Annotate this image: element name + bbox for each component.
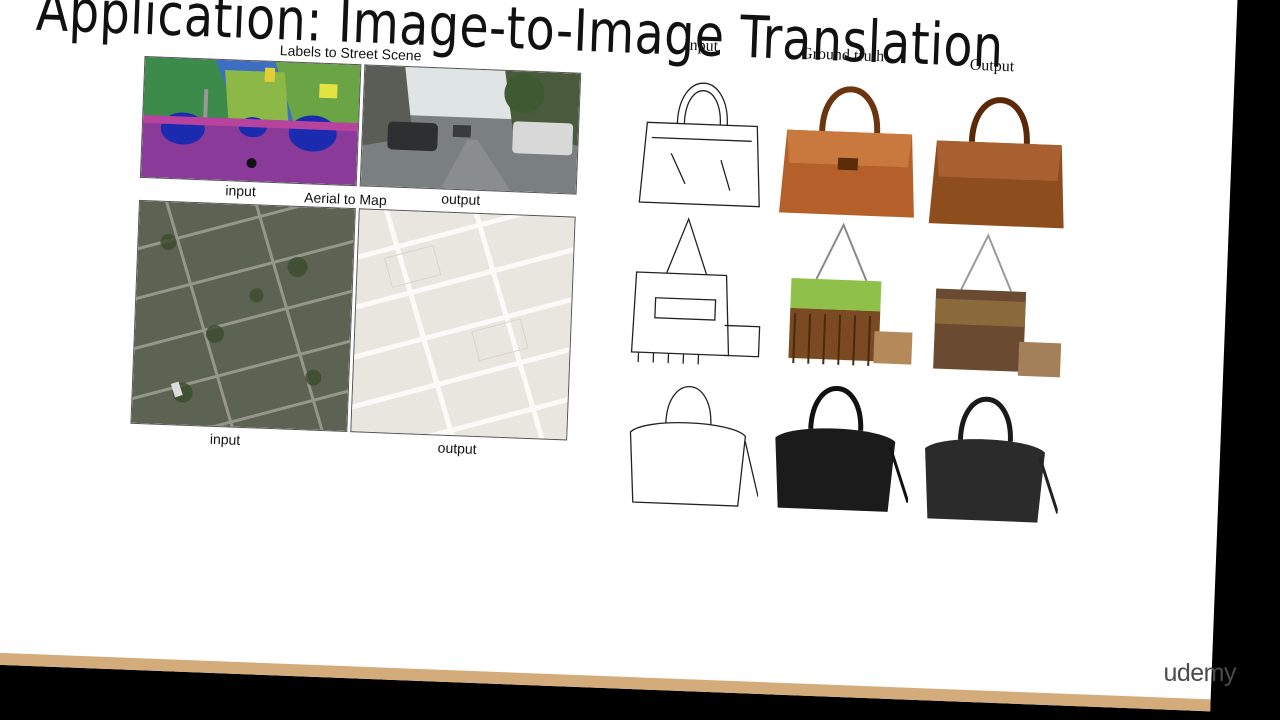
street-label-map-image [139, 55, 362, 187]
street-output-label: output [440, 190, 481, 208]
black-handbag-edge-sketch [629, 386, 759, 507]
street-photo-output-image [359, 64, 582, 195]
brown-handbag-edge-sketch [638, 82, 760, 208]
handbag-input-header: Input [684, 36, 719, 55]
street-input-label: input [225, 182, 257, 200]
udemy-watermark: udemy [1163, 659, 1236, 687]
aerial-photo-input-image [130, 199, 356, 433]
map-output-image [350, 208, 576, 441]
handbag-ground-truth-header: Ground truth [800, 45, 885, 66]
fringe-handbag-edge-sketch [630, 217, 761, 365]
aerial-input-label: input [209, 430, 241, 448]
aerial-output-label: output [437, 439, 477, 457]
slide: Application: Image-to-Image Translation … [0, 0, 1240, 712]
black-handbag-output-image [925, 396, 1060, 523]
aerial-figure-title: Aerial to Map [303, 189, 387, 209]
handbag-output-header: Output [969, 56, 1015, 76]
brown-handbag-output-image [928, 97, 1064, 229]
brown-handbag-ground-truth-image [779, 86, 914, 218]
fringe-handbag-ground-truth-image [788, 222, 913, 367]
fringe-handbag-output-image [933, 233, 1062, 378]
black-handbag-ground-truth-image [775, 386, 910, 512]
